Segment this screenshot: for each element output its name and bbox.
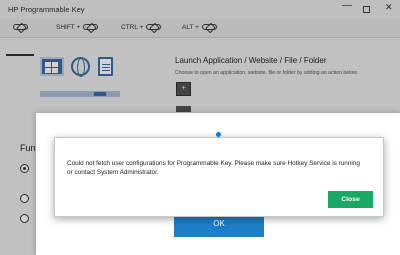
close-button[interactable]: Close [328,191,373,208]
error-message: Could not fetch user configurations for … [67,160,360,176]
error-dialog: Could not fetch user configurations for … [54,137,384,217]
